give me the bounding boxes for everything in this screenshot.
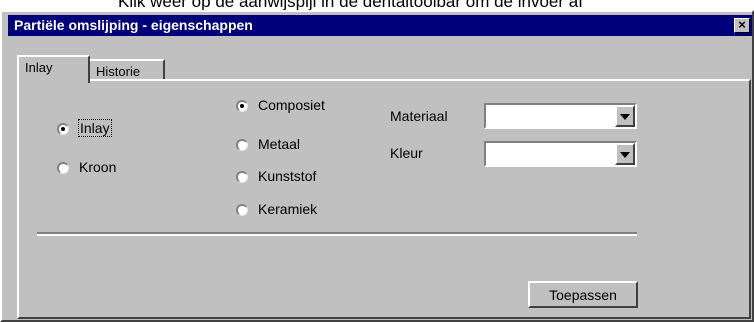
dialog-titlebar[interactable]: Partiële omslijping - eigenschappen × (8, 15, 752, 36)
radio-composiet-label: Composiet (258, 97, 325, 113)
radio-inlay-label: Inlay (78, 119, 112, 137)
separator (37, 232, 637, 236)
radio-metaal-indicator (236, 139, 248, 151)
radio-inlay-indicator (57, 123, 69, 135)
kleur-dropdown-arrow-icon[interactable] (615, 143, 635, 165)
radio-kunststof-label: Kunststof (258, 168, 317, 184)
kleur-dropdown[interactable] (484, 141, 637, 167)
tab-inlay[interactable]: Inlay (17, 55, 90, 83)
radio-kunststof-indicator (236, 171, 248, 183)
materiaal-dropdown[interactable] (484, 103, 637, 129)
close-button[interactable]: × (734, 18, 750, 33)
radio-kroon-label: Kroon (79, 159, 117, 175)
apply-button[interactable]: Toepassen (528, 281, 638, 308)
kleur-label: Kleur (390, 145, 423, 161)
tab-historie-label: Historie (96, 64, 141, 79)
radio-composiet-indicator (236, 100, 248, 112)
radio-keramiek-label: Keramiek (258, 201, 318, 217)
tab-inlay-label: Inlay (25, 60, 53, 75)
dialog-title: Partiële omslijping - eigenschappen (14, 17, 253, 33)
radio-kroon-indicator (57, 162, 69, 174)
radio-keramiek-indicator (236, 204, 248, 216)
radio-metaal-label: Metaal (258, 136, 301, 152)
tab-historie[interactable]: Historie (88, 59, 165, 81)
tab-panel (17, 79, 751, 319)
materiaal-label: Materiaal (390, 108, 448, 124)
materiaal-dropdown-arrow-icon[interactable] (615, 105, 635, 127)
